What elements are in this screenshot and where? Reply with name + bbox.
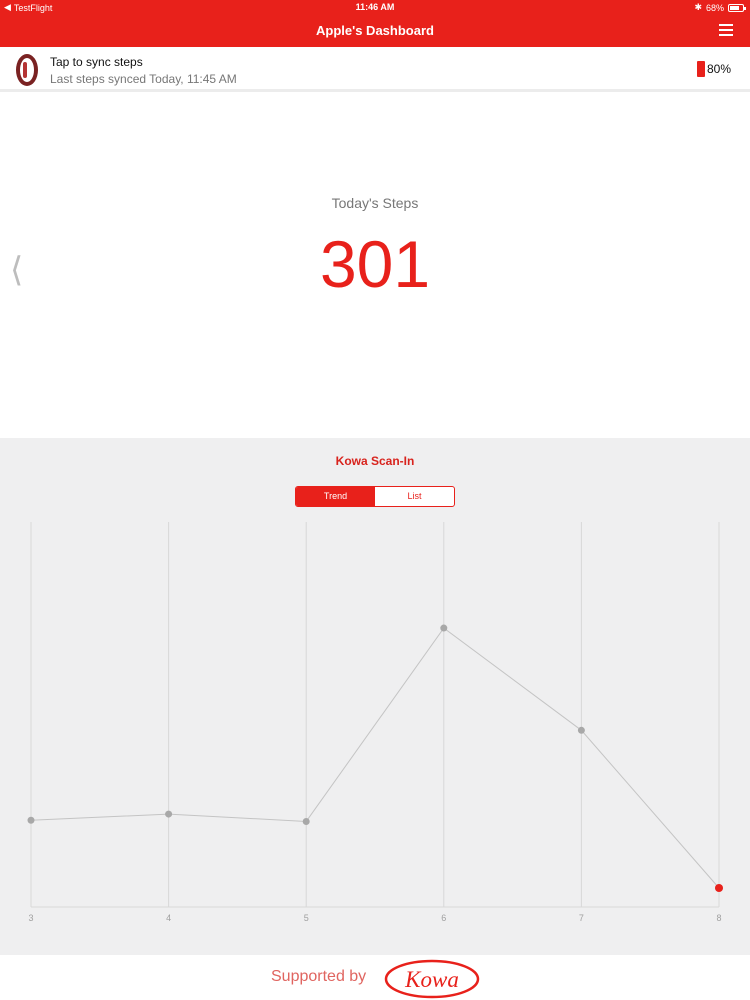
tracker-battery: 80% bbox=[696, 61, 731, 77]
status-bar: ◀ TestFlight 11:46 AM ✱ 68% bbox=[0, 0, 750, 14]
data-point bbox=[577, 726, 585, 734]
nav-bar: Apple's Dashboard bbox=[0, 14, 750, 47]
x-tick-label: 8 bbox=[716, 913, 721, 923]
tracker-battery-icon bbox=[696, 61, 705, 77]
steps-label: Today's Steps bbox=[331, 195, 419, 211]
x-tick-label: 4 bbox=[166, 913, 171, 923]
status-right: ✱ 68% bbox=[694, 2, 746, 13]
status-time: 11:46 AM bbox=[355, 2, 395, 12]
x-tick-label: 6 bbox=[441, 913, 446, 923]
trend-chart: 3 4 5 6 7 8 bbox=[27, 522, 723, 923]
tab-trend[interactable]: Trend bbox=[296, 487, 375, 506]
page-title: Apple's Dashboard bbox=[316, 23, 434, 38]
sync-row[interactable]: Tap to sync steps Last steps synced Toda… bbox=[0, 47, 750, 92]
scan-in-panel: Kowa Scan-In Trend List 3 4 5 6 7 8 bbox=[0, 438, 750, 955]
battery-percent: 68% bbox=[705, 2, 724, 13]
x-tick-label: 7 bbox=[579, 913, 584, 923]
sync-title: Tap to sync steps bbox=[50, 55, 143, 69]
footer: Supported by Kowa bbox=[0, 955, 750, 1000]
sync-subtitle: Last steps synced Today, 11:45 AM bbox=[50, 72, 237, 86]
steps-value: 301 bbox=[319, 227, 431, 301]
kowa-logo: Kowa bbox=[384, 959, 480, 999]
tracker-battery-value: 80% bbox=[706, 62, 731, 76]
view-toggle: Trend List bbox=[295, 486, 455, 507]
series-line bbox=[30, 627, 720, 889]
data-point bbox=[302, 817, 310, 825]
hamburger-icon[interactable] bbox=[719, 24, 733, 36]
x-tick-label: 3 bbox=[28, 913, 33, 923]
battery-icon bbox=[728, 3, 746, 12]
x-tick-label: 5 bbox=[304, 913, 309, 923]
data-point bbox=[165, 810, 173, 818]
supported-by-label: Supported by bbox=[271, 968, 367, 985]
tab-list[interactable]: List bbox=[375, 487, 454, 506]
data-point bbox=[27, 816, 35, 824]
bluetooth-icon: ✱ bbox=[694, 2, 702, 12]
data-point bbox=[715, 884, 723, 892]
data-point bbox=[440, 624, 448, 632]
svg-text:Kowa: Kowa bbox=[404, 967, 459, 992]
panel-title: Kowa Scan-In bbox=[335, 454, 415, 468]
fitness-band-icon bbox=[16, 54, 38, 86]
